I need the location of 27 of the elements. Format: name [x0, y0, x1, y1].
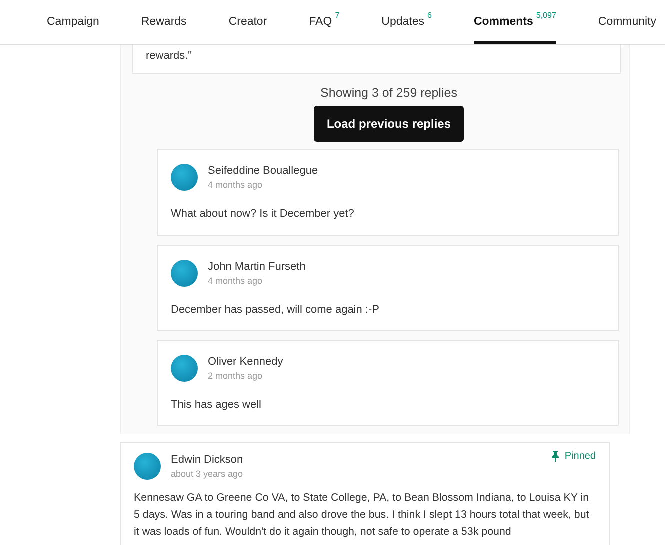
author-name[interactable]: Edwin Dickson: [171, 454, 244, 466]
pin-icon: [552, 451, 559, 462]
author-name[interactable]: Oliver Kennedy: [208, 356, 284, 368]
timestamp: 4 months ago: [208, 180, 264, 190]
nav-tab[interactable]: Rewards: [141, 0, 187, 44]
comment-text: rewards.": [146, 49, 194, 64]
comment-text: Kennesaw GA to Greene Co VA, to State College, PA, to Bean Blossom Indiana, to Louisa KY in 5 days. Was in a touring band and also drove the bus. I think I slept 13 hours total that week, but it was loads of fun. Wouldn't do it again though, not safe to operate a 53k pound: [134, 491, 590, 540]
reply-text: This has ages well: [171, 398, 262, 412]
timestamp: about 3 years ago: [171, 469, 244, 480]
timestamp: 4 months ago: [208, 276, 264, 286]
nav-tab[interactable]: Updates $^{6}$: [382, 0, 432, 44]
avatar-icon: [134, 453, 161, 480]
nav-tab[interactable]: Creator: [228, 0, 268, 44]
replies-count: Showing 3 of 259 replies: [320, 86, 458, 100]
pinned-label: Pinned: [564, 451, 596, 462]
reply-text: December has passed, will come again :-P: [171, 302, 380, 317]
timestamp: 2 months ago: [208, 370, 264, 381]
avatar-icon: [171, 354, 198, 382]
nav-tab[interactable]: FAQ $^{7}$: [309, 0, 340, 44]
author-name[interactable]: John Martin Furseth: [208, 260, 306, 273]
author-name[interactable]: Seifeddine Bouallegue: [208, 165, 318, 178]
load-replies-button[interactable]: Load previous replies: [314, 106, 464, 142]
avatar-icon: [171, 164, 198, 192]
avatar-icon: [171, 260, 198, 287]
nav-tab[interactable]: Campaign: [47, 0, 100, 44]
nav-tab[interactable]: Community: [598, 0, 657, 44]
reply-text: What about now? Is it December yet?: [171, 207, 356, 222]
